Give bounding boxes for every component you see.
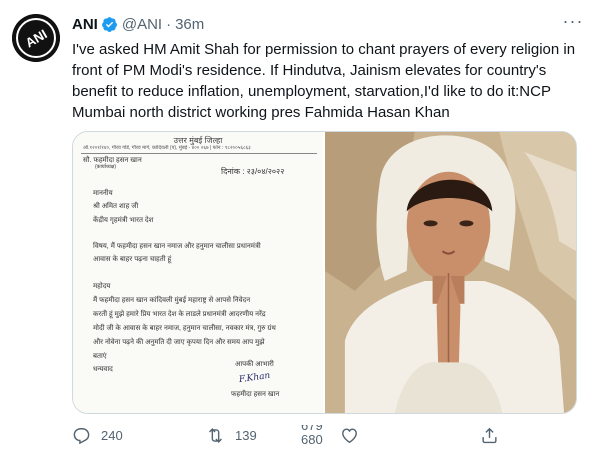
letter-address: ऑ.१२०१/१४०, गौरव गोर्ड, गौरव मार्ग, कांद… [83, 145, 251, 151]
avatar[interactable]: ANI [12, 14, 60, 62]
like-count-current: 680 [301, 432, 323, 447]
tweet-media[interactable]: उत्तर मुंबई जिल्हा ऑ.१२०१/१४०, गौरव गोर्… [72, 131, 577, 414]
portrait-illustration [325, 132, 576, 413]
portrait-photo[interactable] [325, 132, 576, 413]
verified-badge-icon [101, 16, 117, 32]
letter-yours: आपकी आभारी [235, 361, 274, 368]
letter-signer: फहमीदा हसन खान [231, 391, 280, 398]
like-icon [342, 428, 357, 444]
letter-signature: F.Khan [238, 370, 271, 386]
share-icon [482, 427, 497, 444]
letter-to-3: केंद्रीय गृहमंत्री भारत देश [93, 217, 154, 224]
letter-body-3: मोदी जी के आवास के बाहर नमाज, हनुमान चाल… [93, 325, 276, 332]
reply-icon [73, 428, 90, 445]
like-count: 679 680 [301, 425, 331, 452]
retweet-icon [209, 428, 222, 443]
tweet-actions: 240 139 [72, 426, 592, 450]
letter-body-5: बताएं [93, 353, 107, 360]
ani-logo: ANI [12, 14, 60, 62]
letter-thanks: धन्यवाद [93, 366, 113, 373]
letter-body-2: करती हूं मुझे हमारे प्रिय भारत देश के ला… [93, 311, 266, 318]
letter-body-4: और नोवेना पढ़ने की अनुमति दी जाए कृपया द… [93, 339, 265, 346]
letter-divider [81, 153, 317, 154]
retweet-button[interactable]: 139 [206, 426, 257, 445]
retweet-count: 139 [235, 428, 257, 443]
tweet-header: ANI @ANI · 36m [72, 14, 204, 34]
tweet-time[interactable]: 36m [175, 16, 204, 33]
letter-subject-1: विषय, मैं फहमीदा हसन खान नमाज और हनुमान … [93, 243, 261, 250]
like-button[interactable] [340, 426, 369, 445]
letter-date: दिनांक : २३/०४/२०२२ [221, 167, 285, 176]
author-name[interactable]: ANI [72, 16, 98, 33]
separator-dot: · [166, 15, 172, 33]
letter-subject-2: आवास के बाहर पढ़ना चाहती हूं [93, 256, 172, 263]
letter-salutation: महोदय [93, 283, 111, 290]
reply-count: 240 [101, 428, 123, 443]
letter-from-title: (कार्याध्यक्ष) [95, 164, 117, 170]
letter-image[interactable]: उत्तर मुंबई जिल्हा ऑ.१२०१/१४०, गौरव गोर्… [73, 132, 325, 413]
more-icon[interactable]: ··· [561, 12, 585, 34]
author-handle[interactable]: @ANI [122, 16, 162, 33]
tweet[interactable]: ANI ANI @ANI · 36m ··· I've asked HM Ami… [0, 0, 607, 452]
letter-to-2: श्री अमित शाह जी [93, 203, 139, 210]
letter-body-1: मैं फहमीदा हसन खान कांदिवली मुंबई महाराष… [93, 297, 251, 304]
letter-to-1: माननीय [93, 190, 113, 197]
share-button[interactable] [480, 426, 509, 445]
tweet-text: I've asked HM Amit Shah for permission t… [72, 41, 576, 121]
reply-button[interactable]: 240 [72, 426, 123, 445]
